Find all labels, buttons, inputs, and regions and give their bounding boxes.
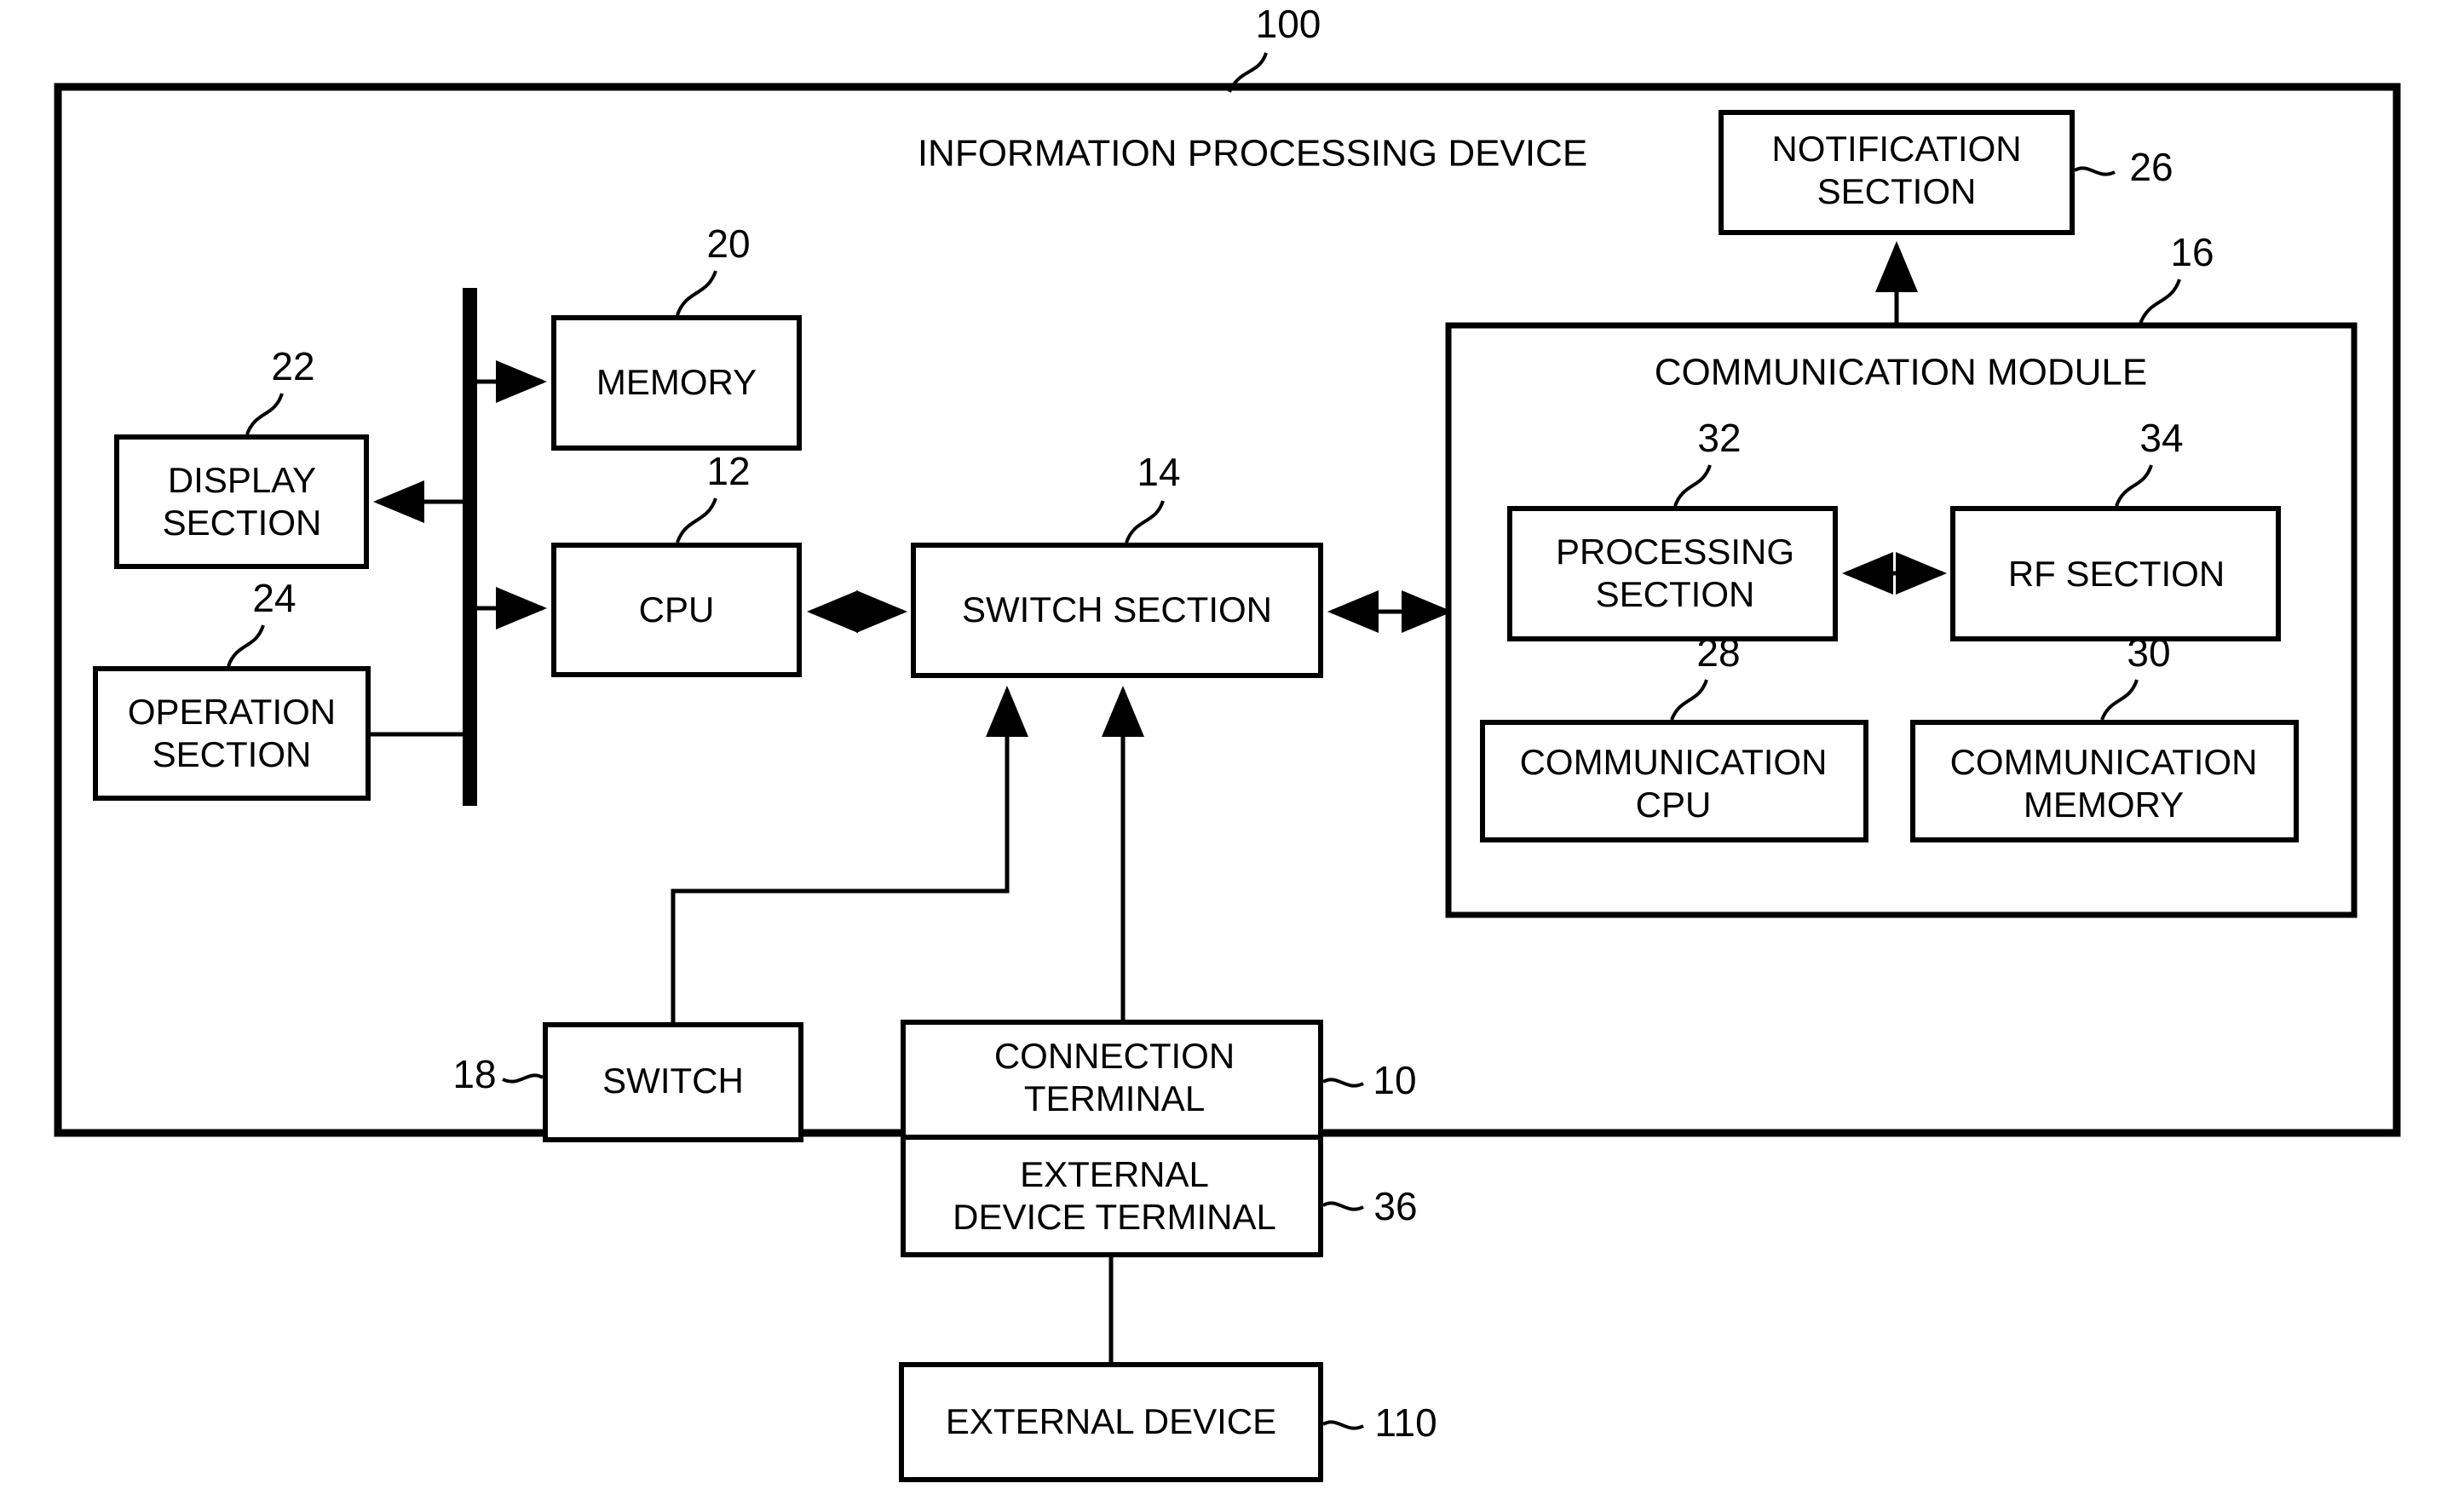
label-communication-memory-line1: COMMUNICATION xyxy=(1950,742,2258,782)
lead-line-18 xyxy=(502,1073,544,1084)
label-communication-memory-line2: MEMORY xyxy=(2024,785,2184,825)
label-communication-module: COMMUNICATION MODULE xyxy=(1655,352,2148,394)
label-notification-section-line1: NOTIFICATION xyxy=(1771,129,2021,169)
ref-number-30: 30 xyxy=(2127,630,2170,675)
ref-number-20: 20 xyxy=(706,221,750,266)
label-external-device: EXTERNAL DEVICE xyxy=(946,1401,1276,1441)
internal-bus-bar xyxy=(463,288,477,806)
lead-line-26 xyxy=(2073,166,2116,176)
lead-line-12 xyxy=(676,497,717,543)
label-external-device-terminal-line1: EXTERNAL xyxy=(1020,1154,1209,1194)
lead-line-20 xyxy=(676,270,717,316)
label-connection-terminal-line2: TERMINAL xyxy=(1024,1078,1205,1118)
ref-number-22: 22 xyxy=(271,344,314,388)
ref-number-14: 14 xyxy=(1137,450,1180,494)
ref-number-18: 18 xyxy=(452,1052,496,1096)
ref-number-16: 16 xyxy=(2170,230,2214,274)
label-switch: SWITCH xyxy=(602,1061,744,1101)
label-operation-section-line1: OPERATION xyxy=(128,692,336,732)
ref-number-110: 110 xyxy=(1374,1400,1437,1445)
lead-line-10 xyxy=(1321,1078,1364,1088)
label-switch-section: SWITCH SECTION xyxy=(962,589,1272,630)
ref-number-36: 36 xyxy=(1373,1184,1417,1228)
label-connection-terminal-line1: CONNECTION xyxy=(994,1036,1235,1076)
label-rf-section: RF SECTION xyxy=(2008,554,2225,594)
label-display-section-line1: DISPLAY xyxy=(168,460,316,500)
lead-line-36 xyxy=(1321,1201,1364,1211)
lead-line-110 xyxy=(1321,1420,1364,1430)
block-diagram-canvas: 100 INFORMATION PROCESSING DEVICE MEMORY… xyxy=(54,2,2401,1482)
ref-number-28: 28 xyxy=(1696,630,1740,675)
frame-title-information-processing-device: INFORMATION PROCESSING DEVICE xyxy=(918,133,1587,175)
figure-root: 100 INFORMATION PROCESSING DEVICE MEMORY… xyxy=(0,0,2447,1512)
label-external-device-terminal-line2: DEVICE TERMINAL xyxy=(953,1197,1276,1237)
label-operation-section-line2: SECTION xyxy=(153,734,312,774)
label-processing-section-line1: PROCESSING xyxy=(1556,532,1794,572)
ref-number-12: 12 xyxy=(706,449,750,493)
lead-line-14 xyxy=(1125,500,1165,543)
box-display-section[interactable] xyxy=(114,434,369,569)
lead-line-24 xyxy=(227,624,265,667)
box-operation-section[interactable] xyxy=(93,666,371,801)
label-cpu: CPU xyxy=(639,589,715,630)
label-memory: MEMORY xyxy=(596,362,757,402)
ref-number-10: 10 xyxy=(1373,1058,1416,1102)
ref-number-32: 32 xyxy=(1697,416,1741,460)
label-communication-cpu-line2: CPU xyxy=(1636,785,1712,825)
label-communication-cpu-line1: COMMUNICATION xyxy=(1520,742,1828,782)
ref-number-24: 24 xyxy=(252,576,296,620)
lead-line-22 xyxy=(245,393,284,435)
label-processing-section-line2: SECTION xyxy=(1596,574,1755,614)
label-display-section-line2: SECTION xyxy=(163,503,322,543)
ref-number-26: 26 xyxy=(2129,145,2173,189)
lead-line-16 xyxy=(2139,279,2181,325)
ref-number-34: 34 xyxy=(2139,416,2183,460)
label-notification-section-line2: SECTION xyxy=(1817,171,1977,211)
ref-number-100: 100 xyxy=(1256,2,1321,46)
arrow-switch-to-switch-section xyxy=(671,686,1028,1025)
